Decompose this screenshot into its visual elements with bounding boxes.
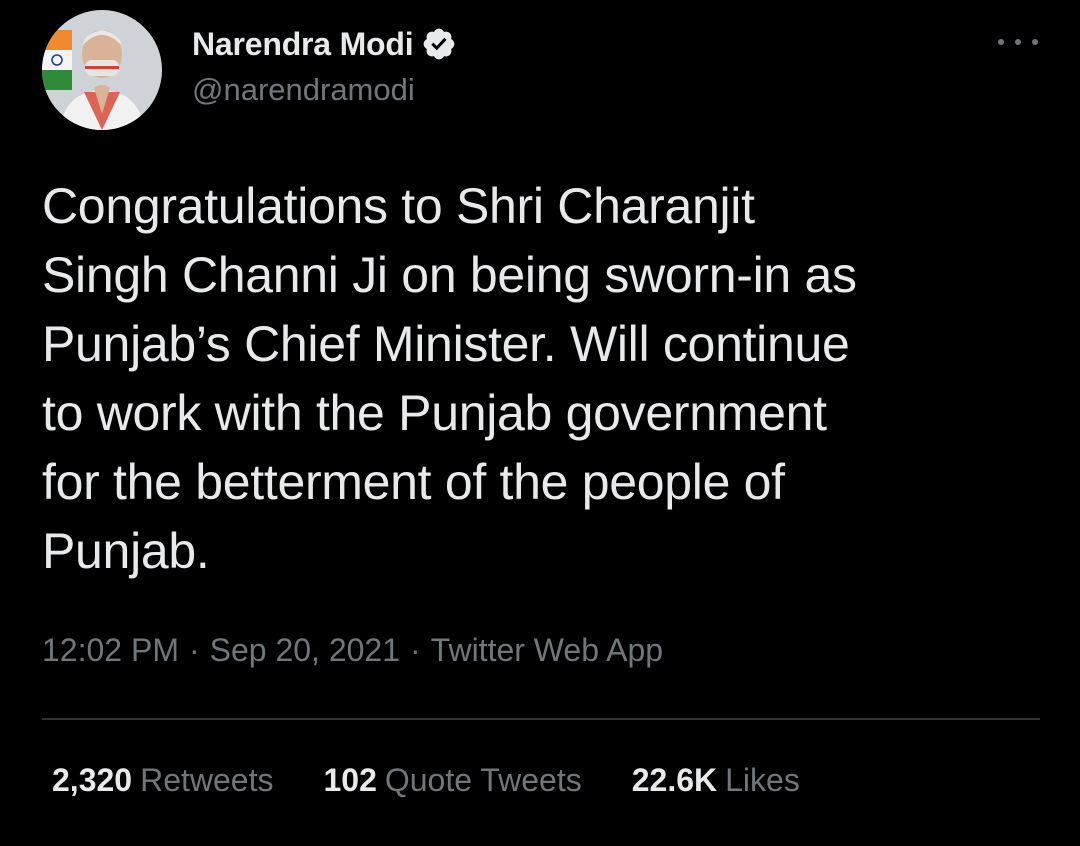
quote-tweets-count: 102: [323, 762, 377, 798]
tweet-text: Congratulations to Shri Charanjit Singh …: [42, 178, 857, 579]
verified-badge-icon: [424, 28, 455, 60]
likes-stat[interactable]: 22.6K Likes: [632, 762, 800, 799]
dot-icon: [1015, 39, 1021, 45]
dot-icon: [998, 39, 1004, 45]
avatar[interactable]: [42, 10, 162, 130]
engagement-stats: 2,320 Retweets 102 Quote Tweets 22.6K Likes: [52, 762, 850, 799]
retweets-label: Retweets: [140, 762, 274, 798]
dot-icon: [1032, 39, 1038, 45]
user-handle[interactable]: @narendramodi: [192, 72, 457, 108]
author-info: Narendra Modi @narendramodi: [192, 22, 457, 108]
retweets-stat[interactable]: 2,320 Retweets: [52, 762, 273, 799]
likes-label: Likes: [725, 762, 800, 798]
profile-photo: [42, 10, 162, 130]
separator: ·: [188, 632, 200, 668]
likes-count: 22.6K: [631, 762, 718, 798]
quote-tweets-label: Quote Tweets: [384, 762, 582, 798]
tweet-source[interactable]: Twitter Web App: [431, 632, 663, 669]
quote-tweets-stat[interactable]: 102 Quote Tweets: [323, 762, 581, 799]
retweets-count: 2,320: [52, 762, 133, 798]
display-name[interactable]: Narendra Modi: [192, 26, 414, 63]
tweet-card: Narendra Modi @narendramodi Congratulati…: [0, 0, 1080, 846]
divider: [42, 718, 1040, 720]
tweet-date[interactable]: Sep 20, 2021: [210, 632, 400, 669]
tweet-metadata: 12:02 PM · Sep 20, 2021 · Twitter Web Ap…: [42, 632, 663, 669]
tweet-time[interactable]: 12:02 PM: [42, 632, 179, 669]
more-options-icon[interactable]: [998, 30, 1038, 54]
name-row: Narendra Modi: [192, 22, 457, 66]
separator: ·: [410, 632, 421, 668]
